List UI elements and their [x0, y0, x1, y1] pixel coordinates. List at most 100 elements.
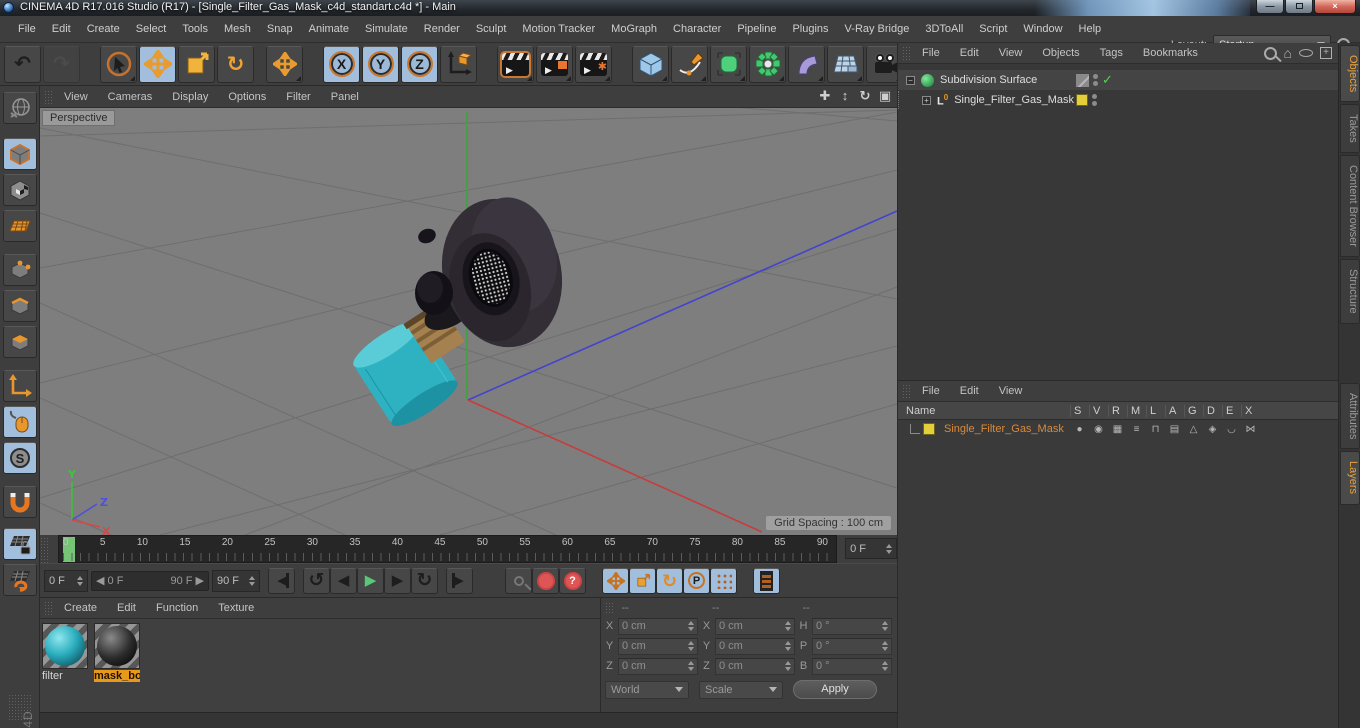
layer-row[interactable]: Single_Filter_Gas_Mask ● ◉ ▦ ≡ ⊓ ▤ △ ◈ ◡… — [898, 420, 1338, 438]
visibility-dots-icon[interactable] — [1093, 74, 1098, 86]
add-environment-button[interactable] — [827, 45, 864, 83]
mat-menu-edit[interactable]: Edit — [108, 600, 145, 616]
mat-menu-function[interactable]: Function — [147, 600, 207, 616]
viewport-canvas[interactable]: Y Z X Perspective Grid Spacing : 100 cm — [40, 108, 897, 535]
enabled-check-icon[interactable]: ✓ — [1102, 72, 1113, 88]
play-forward-loop-button[interactable]: ↻ — [411, 567, 438, 594]
make-editable-button[interactable] — [3, 92, 37, 124]
key-parameter-button[interactable]: P — [683, 567, 710, 594]
live-selection-button[interactable] — [100, 45, 137, 83]
model-mode-button[interactable] — [3, 138, 37, 170]
menu-create[interactable]: Create — [79, 19, 128, 39]
expressions-toggle-icon[interactable]: ◡ — [1222, 424, 1241, 435]
rotate-tool-button[interactable]: ↻ — [217, 45, 254, 83]
om-menu-view[interactable]: View — [990, 45, 1032, 61]
goto-start-button[interactable]: ◀ — [268, 567, 295, 594]
rot-p-field[interactable]: 0 ° — [812, 637, 892, 655]
key-pla-button[interactable] — [710, 567, 737, 594]
timeline-window-button[interactable] — [753, 567, 780, 594]
menu-select[interactable]: Select — [128, 19, 175, 39]
lock-x-axis-button[interactable]: X — [323, 45, 360, 83]
spinner-arrows-icon[interactable] — [886, 543, 893, 554]
om-menu-edit[interactable]: Edit — [951, 45, 988, 61]
solo-toggle-icon[interactable]: ● — [1070, 424, 1089, 435]
material-item[interactable]: mask_bo — [94, 623, 142, 682]
layer-color-chip[interactable] — [1076, 94, 1088, 106]
animation-toggle-icon[interactable]: ▤ — [1165, 424, 1184, 435]
view-toggle-icon[interactable]: ◉ — [1089, 424, 1108, 435]
menu-plugins[interactable]: Plugins — [784, 19, 836, 39]
last-tool-button[interactable] — [266, 45, 303, 83]
generators-toggle-icon[interactable]: △ — [1184, 424, 1203, 435]
spinner-arrows-icon[interactable] — [882, 641, 888, 651]
menu-tools[interactable]: Tools — [174, 19, 216, 39]
tab-attributes[interactable]: Attributes — [1340, 383, 1360, 450]
vp-menu-panel[interactable]: Panel — [322, 89, 368, 105]
tab-layers[interactable]: Layers — [1340, 451, 1360, 505]
lock-y-axis-button[interactable]: Y — [362, 45, 399, 83]
viewport-pan-icon[interactable]: ✚ — [817, 88, 833, 104]
vp-menu-display[interactable]: Display — [163, 89, 217, 105]
key-position-button[interactable] — [602, 567, 629, 594]
om-menu-objects[interactable]: Objects — [1033, 45, 1088, 61]
spinner-arrows-icon[interactable] — [688, 661, 694, 671]
texture-mode-button[interactable] — [3, 174, 37, 206]
name-column-header[interactable]: Name — [906, 405, 935, 417]
timeline-ruler[interactable]: 05 10 15 20 25 30 35 40 45 50 55 60 65 70 75 80… — [57, 535, 838, 563]
range-end-spinner[interactable]: 90 F — [212, 569, 260, 592]
viewport-zoom-icon[interactable]: ↕ — [837, 88, 853, 104]
undo-button[interactable]: ↶ — [4, 45, 41, 83]
manager-toggle-icon[interactable]: ≡ — [1127, 424, 1146, 435]
render-toggle-icon[interactable]: ▦ — [1108, 424, 1127, 435]
visibility-dots-icon[interactable] — [1092, 94, 1097, 106]
layers-grip[interactable] — [902, 384, 911, 398]
layers-menu-edit[interactable]: Edit — [951, 383, 988, 399]
viewport-rotate-icon[interactable]: ↻ — [857, 88, 873, 104]
current-frame-spinner[interactable]: 0 F — [845, 538, 898, 559]
edges-mode-button[interactable] — [3, 290, 37, 322]
scale-y-field[interactable]: 0 cm — [715, 637, 795, 655]
menu-file[interactable]: File — [10, 19, 44, 39]
layer-color-chip[interactable] — [923, 423, 935, 435]
material-name-selected[interactable]: mask_bo — [94, 670, 140, 682]
home-icon[interactable]: ⌂ — [1284, 46, 1292, 60]
rot-h-field[interactable]: 0 ° — [812, 617, 892, 635]
filter-eye-icon[interactable] — [1299, 49, 1313, 57]
om-menu-tags[interactable]: Tags — [1091, 45, 1132, 61]
add-subdivision-surface-button[interactable] — [710, 45, 747, 83]
material-grip[interactable] — [44, 601, 53, 615]
restore-button[interactable] — [1285, 0, 1313, 14]
collapse-icon[interactable]: − — [906, 75, 915, 85]
vp-menu-cameras[interactable]: Cameras — [99, 89, 162, 105]
spinner-arrows-icon[interactable] — [785, 621, 791, 631]
xref-toggle-icon[interactable]: ⋈ — [1241, 424, 1260, 435]
menu-edit[interactable]: Edit — [44, 19, 79, 39]
enable-quantizing-button[interactable] — [3, 406, 37, 438]
gas-mask-model[interactable] — [348, 186, 578, 433]
coordinates-grip[interactable] — [605, 602, 614, 614]
object-row-gas-mask[interactable]: + L0 Single_Filter_Gas_Mask — [898, 90, 1339, 110]
mat-menu-texture[interactable]: Texture — [209, 600, 263, 616]
spinner-arrows-icon[interactable] — [77, 575, 83, 586]
palette-grip[interactable] — [8, 694, 32, 720]
coord-mode-dropdown[interactable]: Scale — [699, 680, 783, 699]
material-thumbnail-filter[interactable] — [42, 623, 88, 669]
menu-3dtoall[interactable]: 3DToAll — [917, 19, 971, 39]
previous-frame-button[interactable]: ◀ — [330, 567, 357, 594]
add-bookmark-icon[interactable]: + — [1320, 47, 1332, 59]
deformers-toggle-icon[interactable]: ◈ — [1203, 424, 1222, 435]
workplane-align-button[interactable] — [3, 564, 37, 596]
menu-script[interactable]: Script — [971, 19, 1015, 39]
scale-tool-button[interactable] — [178, 45, 215, 83]
menu-animate[interactable]: Animate — [301, 19, 357, 39]
menu-help[interactable]: Help — [1071, 19, 1110, 39]
workplane-mode-button[interactable] — [3, 210, 37, 242]
material-name[interactable]: filter — [42, 670, 88, 682]
close-button[interactable]: × — [1314, 0, 1356, 14]
viewport-grip[interactable] — [44, 89, 53, 104]
apply-button[interactable]: Apply — [793, 680, 877, 699]
play-button[interactable]: ▶ — [357, 567, 384, 594]
layer-name[interactable]: Single_Filter_Gas_Mask — [944, 423, 1064, 435]
polygons-mode-button[interactable] — [3, 326, 37, 358]
lock-toggle-icon[interactable]: ⊓ — [1146, 424, 1165, 435]
